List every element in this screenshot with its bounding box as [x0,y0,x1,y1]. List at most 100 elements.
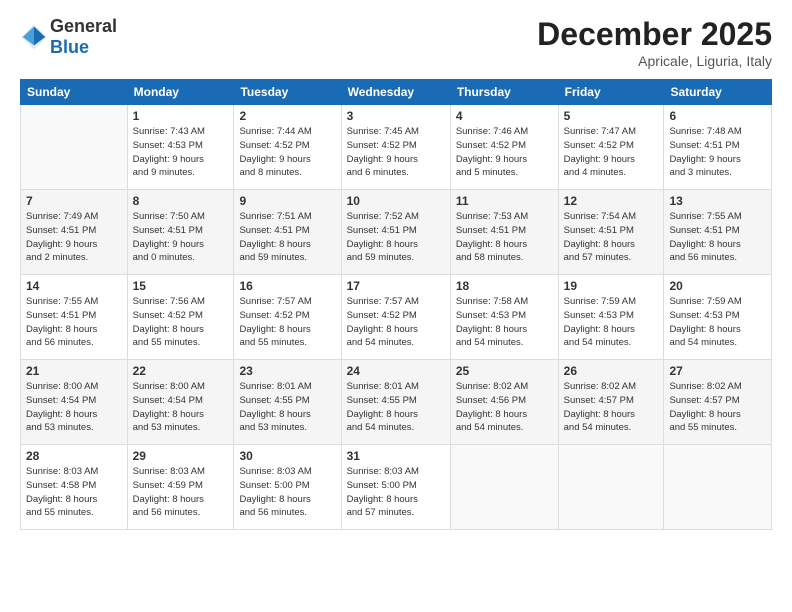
day-number: 25 [456,364,553,378]
day-number: 4 [456,109,553,123]
day-info: Sunrise: 8:01 AM Sunset: 4:55 PM Dayligh… [347,380,445,435]
day-number: 26 [564,364,659,378]
table-row: 24 Sunrise: 8:01 AM Sunset: 4:55 PM Dayli… [341,360,450,445]
day-number: 27 [669,364,766,378]
day-number: 19 [564,279,659,293]
col-thursday: Thursday [450,80,558,105]
table-row: 11Sunrise: 7:53 AM Sunset: 4:51 PM Dayli… [450,190,558,275]
day-info: Sunrise: 8:03 AM Sunset: 5:00 PM Dayligh… [239,465,335,520]
table-row: 30 Sunrise: 8:03 AM Sunset: 5:00 PM Dayli… [234,445,341,530]
table-row: 25 Sunrise: 8:02 AM Sunset: 4:56 PM Dayli… [450,360,558,445]
day-info: Sunrise: 7:57 AM Sunset: 4:52 PM Dayligh… [347,295,445,350]
calendar-header-row: Sunday Monday Tuesday Wednesday Thursday… [21,80,772,105]
day-info: Sunrise: 7:46 AM Sunset: 4:52 PM Dayligh… [456,125,553,180]
table-row [558,445,664,530]
day-info: Sunrise: 7:54 AM Sunset: 4:51 PM Dayligh… [564,210,659,265]
table-row: 23Sunrise: 8:01 AM Sunset: 4:55 PM Dayli… [234,360,341,445]
day-info: Sunrise: 8:00 AM Sunset: 4:54 PM Dayligh… [26,380,122,435]
day-number: 17 [347,279,445,293]
day-info: Sunrise: 7:51 AM Sunset: 4:51 PM Dayligh… [239,210,335,265]
day-number: 12 [564,194,659,208]
day-number: 14 [26,279,122,293]
day-info: Sunrise: 7:47 AM Sunset: 4:52 PM Dayligh… [564,125,659,180]
day-info: Sunrise: 8:03 AM Sunset: 4:59 PM Dayligh… [133,465,229,520]
table-row: 20 Sunrise: 7:59 AM Sunset: 4:53 PM Dayli… [664,275,772,360]
day-info: Sunrise: 7:55 AM Sunset: 4:51 PM Dayligh… [26,295,122,350]
table-row: 15 Sunrise: 7:56 AM Sunset: 4:52 PM Dayli… [127,275,234,360]
table-row [664,445,772,530]
day-number: 24 [347,364,445,378]
day-info: Sunrise: 8:03 AM Sunset: 5:00 PM Dayligh… [347,465,445,520]
day-info: Sunrise: 8:02 AM Sunset: 4:56 PM Dayligh… [456,380,553,435]
day-number: 3 [347,109,445,123]
day-number: 21 [26,364,122,378]
logo: General Blue [20,16,117,58]
table-row: 16Sunrise: 7:57 AM Sunset: 4:52 PM Dayli… [234,275,341,360]
table-row: 8 Sunrise: 7:50 AM Sunset: 4:51 PM Daylig… [127,190,234,275]
logo-text: General Blue [50,16,117,57]
day-number: 6 [669,109,766,123]
table-row: 28 Sunrise: 8:03 AM Sunset: 4:58 PM Dayli… [21,445,128,530]
table-row: 6 Sunrise: 7:48 AM Sunset: 4:51 PM Daylig… [664,105,772,190]
day-number: 8 [133,194,229,208]
day-info: Sunrise: 7:58 AM Sunset: 4:53 PM Dayligh… [456,295,553,350]
day-info: Sunrise: 7:55 AM Sunset: 4:51 PM Dayligh… [669,210,766,265]
table-row: 3 Sunrise: 7:45 AM Sunset: 4:52 PM Daylig… [341,105,450,190]
table-row: 10 Sunrise: 7:52 AM Sunset: 4:51 PM Dayli… [341,190,450,275]
day-number: 30 [239,449,335,463]
day-number: 20 [669,279,766,293]
calendar-week-row: 1Sunrise: 7:43 AM Sunset: 4:53 PM Daylig… [21,105,772,190]
table-row [21,105,128,190]
day-number: 15 [133,279,229,293]
calendar-week-row: 14 Sunrise: 7:55 AM Sunset: 4:51 PM Dayli… [21,275,772,360]
day-info: Sunrise: 8:01 AM Sunset: 4:55 PM Dayligh… [239,380,335,435]
day-info: Sunrise: 7:44 AM Sunset: 4:52 PM Dayligh… [239,125,335,180]
location-subtitle: Apricale, Liguria, Italy [537,53,772,69]
table-row: 31Sunrise: 8:03 AM Sunset: 5:00 PM Dayli… [341,445,450,530]
table-row: 13 Sunrise: 7:55 AM Sunset: 4:51 PM Dayli… [664,190,772,275]
day-info: Sunrise: 7:53 AM Sunset: 4:51 PM Dayligh… [456,210,553,265]
page: General Blue December 2025 Apricale, Lig… [0,0,792,612]
col-sunday: Sunday [21,80,128,105]
calendar-week-row: 28 Sunrise: 8:03 AM Sunset: 4:58 PM Dayli… [21,445,772,530]
day-info: Sunrise: 7:52 AM Sunset: 4:51 PM Dayligh… [347,210,445,265]
day-info: Sunrise: 7:49 AM Sunset: 4:51 PM Dayligh… [26,210,122,265]
day-info: Sunrise: 7:59 AM Sunset: 4:53 PM Dayligh… [669,295,766,350]
header: General Blue December 2025 Apricale, Lig… [20,16,772,69]
table-row [450,445,558,530]
calendar-table: Sunday Monday Tuesday Wednesday Thursday… [20,79,772,530]
day-number: 9 [239,194,335,208]
day-number: 13 [669,194,766,208]
table-row: 17 Sunrise: 7:57 AM Sunset: 4:52 PM Dayli… [341,275,450,360]
day-info: Sunrise: 8:00 AM Sunset: 4:54 PM Dayligh… [133,380,229,435]
table-row: 4 Sunrise: 7:46 AM Sunset: 4:52 PM Daylig… [450,105,558,190]
table-row: 29 Sunrise: 8:03 AM Sunset: 4:59 PM Dayli… [127,445,234,530]
col-tuesday: Tuesday [234,80,341,105]
table-row: 22 Sunrise: 8:00 AM Sunset: 4:54 PM Dayli… [127,360,234,445]
day-number: 28 [26,449,122,463]
table-row: 2 Sunrise: 7:44 AM Sunset: 4:52 PM Daylig… [234,105,341,190]
day-number: 10 [347,194,445,208]
day-info: Sunrise: 7:43 AM Sunset: 4:53 PM Dayligh… [133,125,229,180]
day-info: Sunrise: 7:45 AM Sunset: 4:52 PM Dayligh… [347,125,445,180]
calendar-week-row: 21 Sunrise: 8:00 AM Sunset: 4:54 PM Dayli… [21,360,772,445]
day-number: 2 [239,109,335,123]
table-row: 19Sunrise: 7:59 AM Sunset: 4:53 PM Dayli… [558,275,664,360]
logo-icon [20,23,48,51]
day-info: Sunrise: 7:48 AM Sunset: 4:51 PM Dayligh… [669,125,766,180]
day-number: 5 [564,109,659,123]
col-wednesday: Wednesday [341,80,450,105]
col-monday: Monday [127,80,234,105]
day-number: 16 [239,279,335,293]
day-info: Sunrise: 8:02 AM Sunset: 4:57 PM Dayligh… [564,380,659,435]
day-info: Sunrise: 8:03 AM Sunset: 4:58 PM Dayligh… [26,465,122,520]
day-number: 29 [133,449,229,463]
table-row: 5 Sunrise: 7:47 AM Sunset: 4:52 PM Daylig… [558,105,664,190]
table-row: 14 Sunrise: 7:55 AM Sunset: 4:51 PM Dayli… [21,275,128,360]
day-info: Sunrise: 7:56 AM Sunset: 4:52 PM Dayligh… [133,295,229,350]
table-row: 27Sunrise: 8:02 AM Sunset: 4:57 PM Dayli… [664,360,772,445]
table-row: 9 Sunrise: 7:51 AM Sunset: 4:51 PM Daylig… [234,190,341,275]
table-row: 26 Sunrise: 8:02 AM Sunset: 4:57 PM Dayli… [558,360,664,445]
day-number: 22 [133,364,229,378]
day-info: Sunrise: 7:50 AM Sunset: 4:51 PM Dayligh… [133,210,229,265]
